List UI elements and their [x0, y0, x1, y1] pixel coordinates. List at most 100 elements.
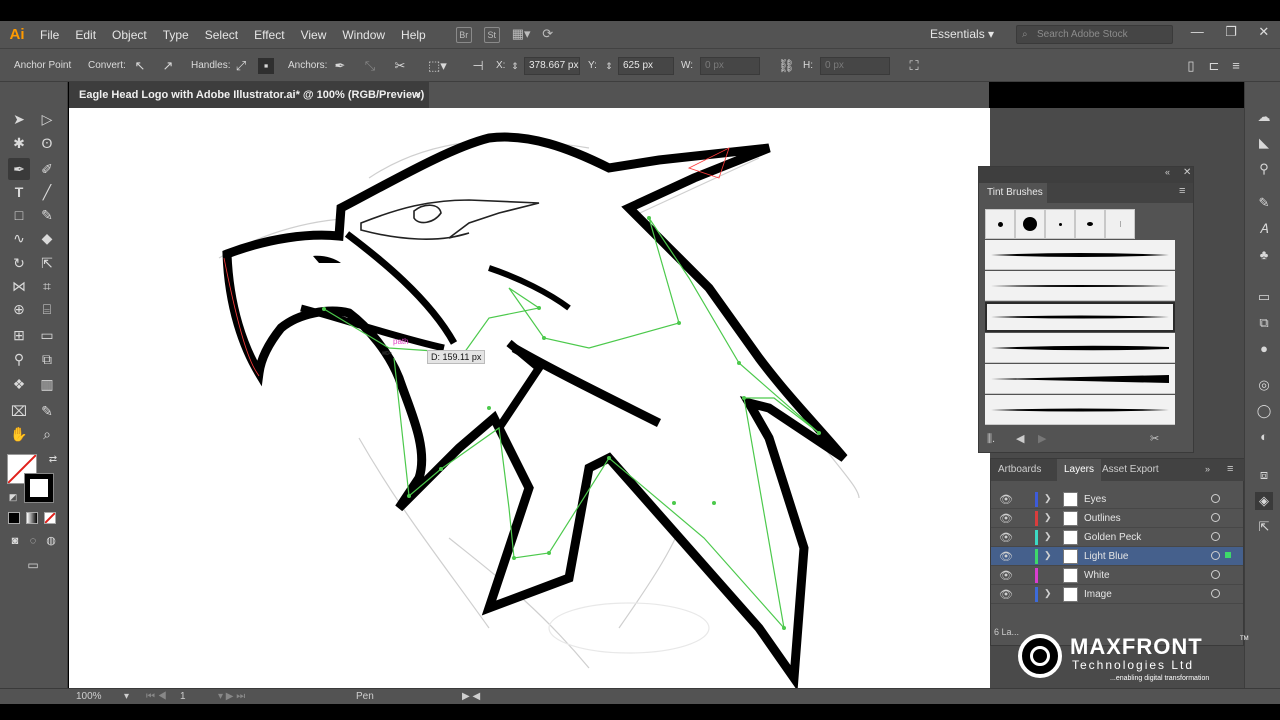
slice-tool-icon[interactable]: ✎ — [36, 400, 58, 422]
restore-icon[interactable]: ❐ — [1225, 24, 1237, 40]
tint-brushes-tab[interactable]: Tint Brushes — [979, 183, 1047, 203]
menu-edit[interactable]: Edit — [67, 28, 104, 42]
menu-help[interactable]: Help — [393, 28, 434, 42]
next-library-icon[interactable]: ▶ — [1038, 432, 1046, 445]
close-tab-icon[interactable]: × — [415, 82, 421, 108]
paintbrush-tool-icon[interactable]: ✎ — [36, 204, 58, 226]
expand-arrow-icon[interactable]: ❯ — [1044, 493, 1052, 504]
cut-path-icon[interactable]: ✂ — [392, 58, 408, 74]
graphic-styles-icon[interactable]: ▭ — [1255, 288, 1273, 306]
panel-menu-icon[interactable]: ≡ — [1228, 58, 1244, 74]
h-field[interactable]: 0 px — [820, 57, 890, 75]
menu-select[interactable]: Select — [197, 28, 246, 42]
x-field[interactable]: 378.667 px — [524, 57, 580, 75]
transform-icon[interactable]: ⛶ — [906, 58, 922, 74]
menu-object[interactable]: Object — [104, 28, 155, 42]
zoom-dropdown-icon[interactable]: ▾ — [124, 691, 129, 702]
type-tool-icon[interactable]: T — [8, 181, 30, 203]
perspective-grid-tool-icon[interactable]: ⌸ — [36, 298, 58, 320]
width-tool-icon[interactable]: ⋈ — [8, 275, 30, 297]
document-tab[interactable]: Eagle Head Logo with Adobe Illustrator.a… — [69, 82, 429, 108]
brush-dot[interactable] — [985, 209, 1015, 239]
y-stepper-icon[interactable]: ⇕ — [604, 58, 614, 74]
symbols-icon[interactable]: ♣ — [1255, 246, 1273, 264]
target-circle-icon[interactable] — [1211, 494, 1220, 503]
screen-mode-icon[interactable]: ▭ — [22, 554, 44, 576]
remove-anchor-icon[interactable]: ✒ — [332, 58, 348, 74]
layer-row[interactable]: 👁 ❯ Outlines — [991, 509, 1243, 528]
stock-icon[interactable]: St — [483, 26, 500, 43]
menu-effect[interactable]: Effect — [246, 28, 292, 42]
visibility-eye-icon[interactable]: 👁 — [999, 512, 1013, 525]
zoom-tool-icon[interactable]: ⌕ — [36, 423, 58, 445]
expand-arrow-icon[interactable]: ❯ — [1044, 531, 1052, 542]
close-icon[interactable]: ✕ — [1258, 24, 1269, 40]
gradient-tool-icon[interactable]: ▭ — [36, 324, 58, 346]
brush-stroke[interactable] — [985, 333, 1175, 363]
brush-stroke-selected[interactable] — [985, 302, 1175, 332]
transparency-icon[interactable]: ● — [1255, 340, 1273, 358]
arrange-documents-icon[interactable]: ▦▾ — [512, 26, 531, 43]
layers-icon[interactable]: ◈ — [1255, 492, 1273, 510]
align-icon[interactable]: ⊣ — [470, 58, 486, 74]
workspace-switcher[interactable]: Essentials ▾ — [930, 27, 994, 41]
target-circle-icon[interactable] — [1211, 589, 1220, 598]
libraries-icon[interactable]: ☁ — [1255, 108, 1273, 126]
eyedropper-tool-icon[interactable]: ⚲ — [8, 348, 30, 370]
blend-tool-icon[interactable]: ⧉ — [36, 348, 58, 370]
layers-menu-icon[interactable]: ≡ — [1227, 463, 1233, 475]
properties-icon[interactable]: ◣ — [1255, 134, 1273, 152]
align-icon[interactable]: ◐ — [1255, 428, 1273, 446]
color-mode-icon[interactable] — [8, 512, 20, 524]
expand-arrow-icon[interactable]: ❯ — [1044, 588, 1052, 599]
magic-wand-tool-icon[interactable]: ✱ — [8, 132, 30, 154]
x-stepper-icon[interactable]: ⇕ — [510, 58, 520, 74]
stroke-icon[interactable]: ◎ — [1255, 376, 1273, 394]
draw-inside-icon[interactable]: ◍ — [40, 530, 62, 552]
artboard-number[interactable]: 1 — [180, 691, 186, 702]
bridge-icon[interactable]: Br — [455, 26, 472, 43]
show-handles-icon[interactable]: ⤢ — [233, 58, 249, 74]
curvature-tool-icon[interactable]: ✐ — [36, 158, 58, 180]
connect-anchors-icon[interactable]: ⤡ — [362, 58, 378, 74]
shaper-tool-icon[interactable]: ∿ — [8, 227, 30, 249]
pen-tool-icon[interactable]: ✒ — [8, 158, 30, 180]
collapse-icon[interactable]: « — [1165, 167, 1170, 177]
selection-tool-icon[interactable]: ➤ — [8, 108, 30, 130]
visibility-eye-icon[interactable]: 👁 — [999, 531, 1013, 544]
layer-row[interactable]: 👁 ❯ Image — [991, 585, 1243, 604]
direct-selection-tool-icon[interactable]: ▷ — [36, 108, 58, 130]
line-tool-icon[interactable]: ╱ — [36, 181, 58, 203]
arrange-panel-icon[interactable]: ⊏ — [1206, 58, 1222, 74]
layer-row-selected[interactable]: 👁 ❯ Light Blue — [991, 547, 1243, 566]
tab-artboards[interactable]: Artboards — [991, 459, 1048, 481]
lasso-tool-icon[interactable]: ʘ — [36, 132, 58, 154]
rectangle-tool-icon[interactable]: □ — [8, 204, 30, 226]
hide-handles-icon[interactable]: ▪ — [258, 58, 274, 74]
target-circle-icon[interactable] — [1211, 532, 1220, 541]
gpu-performance-icon[interactable]: ⟳ — [540, 26, 556, 43]
visibility-eye-icon[interactable]: 👁 — [999, 493, 1013, 506]
minimize-icon[interactable]: — — [1191, 24, 1204, 40]
stroke-swatch[interactable] — [24, 473, 54, 503]
menu-type[interactable]: Type — [155, 28, 197, 42]
free-transform-tool-icon[interactable]: ⌗ — [36, 275, 58, 297]
menu-view[interactable]: View — [293, 28, 335, 42]
swap-fill-stroke-icon[interactable]: ⇄ — [42, 449, 64, 471]
brush-stroke[interactable] — [985, 395, 1175, 425]
remove-brush-icon[interactable]: ✂ — [1150, 432, 1159, 445]
layer-row[interactable]: 👁 White — [991, 566, 1243, 585]
none-mode-icon[interactable] — [44, 512, 56, 524]
rotate-tool-icon[interactable]: ↻ — [8, 252, 30, 274]
brushes-icon[interactable]: ✎ — [1255, 194, 1273, 212]
mesh-tool-icon[interactable]: ⊞ — [8, 324, 30, 346]
expand-arrow-icon[interactable]: ❯ — [1044, 512, 1052, 523]
asset-export-icon[interactable]: ⇱ — [1255, 518, 1273, 536]
symbol-sprayer-tool-icon[interactable]: ❖ — [8, 373, 30, 395]
next-artboard-icon[interactable]: ▾ ▶ ⏭ — [218, 691, 245, 702]
w-field[interactable]: 0 px — [700, 57, 760, 75]
column-graph-tool-icon[interactable]: ▥ — [36, 373, 58, 395]
expand-arrow-icon[interactable]: ❯ — [1044, 550, 1052, 561]
select-similar-icon[interactable]: ▯ — [1183, 58, 1199, 74]
visibility-eye-icon[interactable]: 👁 — [999, 569, 1013, 582]
